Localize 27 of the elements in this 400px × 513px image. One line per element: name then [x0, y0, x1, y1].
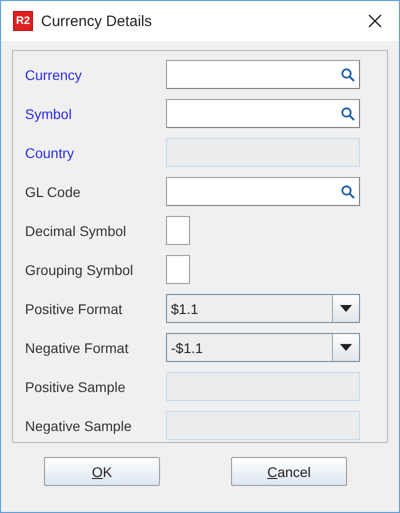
lookup-field[interactable]	[166, 177, 360, 206]
field-label: Symbol	[25, 106, 73, 122]
field-label: GL Code	[25, 184, 82, 200]
dropdown-arrow-icon[interactable]	[340, 344, 352, 351]
field-label: Decimal Symbol	[25, 222, 128, 238]
input-field[interactable]	[166, 255, 190, 284]
search-icon[interactable]	[341, 106, 355, 120]
input-field[interactable]	[166, 216, 190, 245]
dialog-button[interactable]: Cancel	[231, 457, 347, 486]
field-label: Positive Sample	[25, 378, 126, 394]
field-label: Grouping Symbol	[25, 262, 134, 278]
dropdown[interactable]: $1.1	[166, 294, 360, 323]
field-label: Negative Format	[25, 340, 130, 356]
field-label: Currency	[25, 66, 83, 82]
close-button[interactable]	[367, 13, 383, 29]
lookup-field[interactable]	[166, 60, 360, 89]
dropdown[interactable]: -$1.1	[166, 333, 360, 362]
field-label: Country	[25, 144, 76, 160]
window-title: Currency Details	[41, 12, 153, 30]
field-label: Negative Sample	[25, 418, 133, 434]
dropdown-arrow-icon[interactable]	[340, 305, 352, 312]
search-icon[interactable]	[341, 184, 355, 198]
app-logo: R2	[13, 11, 33, 31]
lookup-field[interactable]	[166, 99, 360, 128]
field-label: Positive Format	[25, 300, 124, 316]
search-icon[interactable]	[341, 68, 355, 82]
dialog-button[interactable]: OK	[44, 457, 160, 486]
